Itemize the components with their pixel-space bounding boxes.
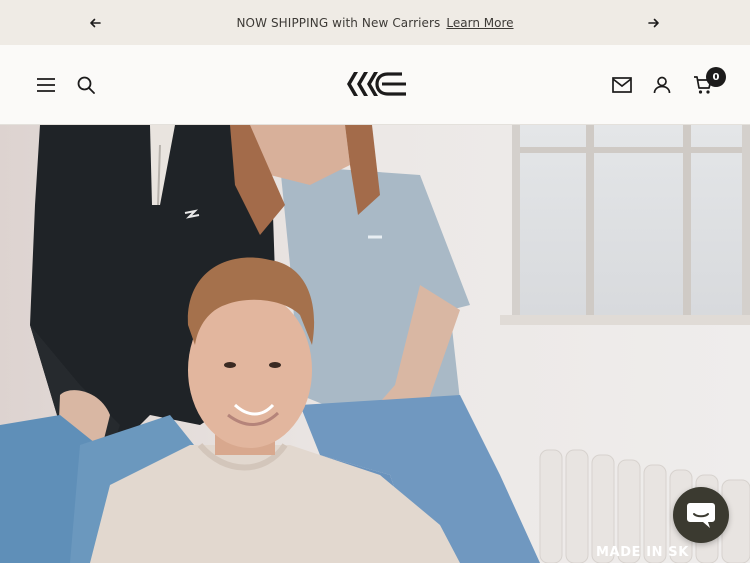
announcement-learn-more-link[interactable]: Learn More [446, 16, 513, 30]
brand-logo-icon [347, 72, 406, 96]
cart-count-badge: 0 [706, 67, 726, 87]
hero-banner[interactable]: MADE IN SK [0, 125, 750, 563]
mail-icon [612, 77, 632, 93]
newsletter-button[interactable] [609, 73, 635, 97]
announcement-bar: NOW SHIPPING with New Carriers Learn Mor… [0, 0, 750, 45]
hero-photo [0, 125, 750, 563]
announcement-prev-button[interactable] [84, 12, 106, 34]
chat-bubble-icon [687, 503, 715, 528]
brand-logo[interactable] [344, 70, 408, 98]
hamburger-menu-icon [37, 78, 55, 92]
menu-button[interactable] [34, 73, 58, 97]
arrow-left-icon [90, 18, 101, 28]
chat-button[interactable] [673, 487, 729, 543]
account-icon [653, 76, 671, 94]
hero-caption: MADE IN SK [596, 545, 689, 560]
announcement-message: NOW SHIPPING with New Carriers [236, 15, 441, 30]
account-button[interactable] [650, 73, 674, 97]
arrow-right-icon [648, 18, 659, 28]
site-header [0, 45, 750, 125]
search-icon [77, 76, 95, 94]
search-button[interactable] [74, 73, 98, 97]
announcement-next-button[interactable] [643, 12, 665, 34]
